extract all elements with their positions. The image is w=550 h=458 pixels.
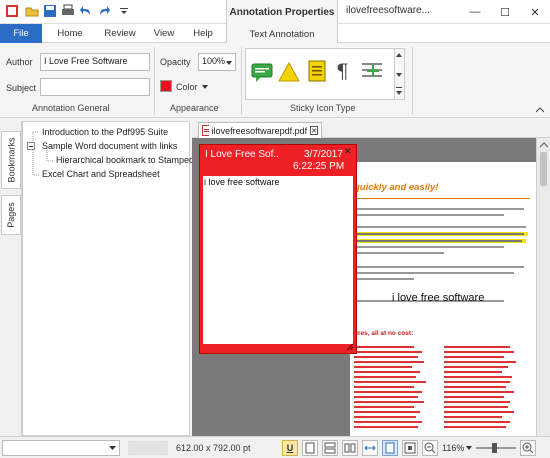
page-stamp-text: i love free software bbox=[392, 292, 485, 304]
annotation-popup[interactable]: I Love Free Sof.. 3/7/2017 6:22:25 PM ✕ … bbox=[199, 144, 357, 354]
popup-close-icon[interactable]: ✕ bbox=[344, 146, 352, 157]
gallery-scroll[interactable] bbox=[394, 49, 404, 99]
print-icon[interactable] bbox=[60, 3, 76, 19]
page-heading: quickly and easily! bbox=[354, 182, 439, 193]
bookmark-item[interactable]: Excel Chart and Spreadsheet bbox=[42, 169, 160, 179]
minimize-button[interactable]: — bbox=[462, 2, 488, 22]
page-size-text: 612.00 x 792.00 pt bbox=[176, 443, 251, 453]
title-bar: Annotation Properties ilovefreesoftware.… bbox=[0, 0, 550, 24]
tab-file[interactable]: File bbox=[0, 24, 42, 43]
tab-view[interactable]: View bbox=[148, 24, 180, 43]
feature-columns bbox=[354, 346, 516, 428]
scroll-up-icon[interactable] bbox=[538, 140, 550, 150]
facing-pages-icon[interactable] bbox=[342, 440, 358, 456]
document-tab-label: ilovefreesoftwarepdf.pdf bbox=[211, 125, 308, 136]
document-tab[interactable]: ilovefreesoftwarepdf.pdf ✕ bbox=[198, 122, 322, 138]
gallery-arrows-icon bbox=[396, 53, 402, 95]
redo-icon[interactable] bbox=[96, 3, 112, 19]
vertical-scrollbar[interactable] bbox=[536, 138, 550, 436]
tab-pages-label: Pages bbox=[6, 202, 16, 228]
tab-bookmarks-label: Bookmarks bbox=[6, 137, 17, 183]
chevron-down-icon bbox=[109, 446, 116, 450]
heading-rule bbox=[354, 198, 530, 199]
bookmark-item[interactable]: Hierarchical bookmark to Stamped bbox=[56, 155, 194, 165]
author-field[interactable]: I Love Free Software bbox=[40, 53, 150, 71]
tab-home[interactable]: Home bbox=[50, 24, 90, 43]
new-paragraph-icon[interactable] bbox=[360, 60, 384, 86]
bookmark-item[interactable]: Sample Word document with links bbox=[42, 141, 177, 151]
subject-field[interactable] bbox=[40, 78, 150, 96]
chevron-down-icon bbox=[226, 61, 232, 65]
color-swatch[interactable] bbox=[160, 80, 172, 92]
key-triangle-icon[interactable] bbox=[278, 61, 300, 85]
color-label: Color bbox=[176, 82, 198, 92]
single-page-icon[interactable] bbox=[302, 440, 318, 456]
maximize-button[interactable]: ☐ bbox=[492, 2, 518, 22]
open-folder-icon[interactable] bbox=[24, 3, 40, 19]
popup-author: I Love Free Sof.. bbox=[205, 149, 279, 160]
pdf-page: quickly and easily! i love free software… bbox=[350, 162, 536, 436]
zoom-dropdown-icon[interactable] bbox=[466, 446, 472, 451]
subject-label: Subject bbox=[6, 83, 37, 93]
save-icon[interactable] bbox=[42, 3, 58, 19]
context-tab-title: Annotation Properties bbox=[226, 0, 338, 24]
group-separator bbox=[412, 47, 413, 115]
zoom-in-icon[interactable] bbox=[520, 440, 536, 456]
continuous-page-icon[interactable] bbox=[322, 440, 338, 456]
zoom-slider[interactable] bbox=[476, 443, 516, 453]
page-subheading: ures, all at no cost: bbox=[354, 330, 414, 337]
opacity-label: Opacity bbox=[160, 57, 191, 67]
zoom-level: 116% bbox=[442, 443, 465, 453]
customize-toolbar-icon[interactable] bbox=[116, 3, 132, 19]
tab-help[interactable]: Help bbox=[186, 24, 220, 43]
underline-mode-icon[interactable]: U bbox=[282, 440, 298, 456]
pdf-file-icon bbox=[202, 125, 209, 136]
zoom-out-icon[interactable] bbox=[422, 440, 438, 456]
ribbon: Author I Love Free Software Subject Anno… bbox=[0, 43, 550, 118]
tab-text-annotation[interactable]: Text Annotation bbox=[226, 24, 338, 44]
paragraph-icon[interactable]: ¶ bbox=[336, 61, 349, 81]
fit-width-icon[interactable] bbox=[362, 440, 378, 456]
document-tabs: ilovefreesoftwarepdf.pdf ✕ bbox=[192, 121, 550, 138]
tab-bookmarks[interactable]: Bookmarks bbox=[1, 131, 21, 189]
window-title: ilovefreesoftware... bbox=[346, 5, 430, 16]
opacity-select[interactable]: 100% bbox=[198, 53, 236, 71]
actual-size-icon[interactable] bbox=[402, 440, 418, 456]
color-dropdown-icon[interactable] bbox=[202, 84, 208, 90]
undo-icon[interactable] bbox=[78, 3, 94, 19]
fit-page-icon[interactable] bbox=[382, 440, 398, 456]
popup-text: i love free software bbox=[204, 177, 280, 187]
opacity-value: 100% bbox=[202, 56, 226, 66]
bookmark-item[interactable]: Introduction to the Pdf995 Suite bbox=[42, 127, 168, 137]
group-annotation-general-label: Annotation General bbox=[32, 103, 110, 113]
popup-text-area[interactable]: i love free software bbox=[203, 176, 353, 344]
close-button[interactable]: ✕ bbox=[522, 2, 548, 22]
side-panel-tabs: Bookmarks Pages bbox=[0, 121, 22, 436]
collapse-ribbon-icon[interactable] bbox=[535, 105, 545, 115]
author-label: Author bbox=[6, 57, 33, 67]
tab-pages[interactable]: Pages bbox=[1, 195, 21, 235]
comment-icon[interactable] bbox=[251, 61, 273, 85]
group-appearance-label: Appearance bbox=[170, 103, 219, 113]
tab-review[interactable]: Review bbox=[98, 24, 142, 43]
scrollbar-thumb[interactable] bbox=[540, 152, 547, 186]
resize-grip-icon[interactable] bbox=[346, 343, 354, 351]
status-bar: 612.00 x 792.00 pt U 116% bbox=[0, 436, 550, 458]
zoom-slider-thumb[interactable] bbox=[492, 443, 497, 453]
group-sticky-icon-label: Sticky Icon Type bbox=[290, 103, 356, 113]
collapse-toggle-icon[interactable] bbox=[27, 142, 35, 150]
bookmarks-panel: Introduction to the Pdf995 Suite Sample … bbox=[22, 121, 194, 436]
popup-date: 3/7/2017 bbox=[304, 149, 343, 160]
group-separator bbox=[154, 47, 155, 115]
app-logo-icon bbox=[4, 3, 20, 19]
popup-time: 6:22:25 PM bbox=[293, 161, 345, 172]
group-separator bbox=[241, 47, 242, 115]
ribbon-tabs: File Home Review View Help Text Annotati… bbox=[0, 24, 550, 44]
page-nav-slider[interactable] bbox=[128, 441, 168, 455]
close-tab-icon[interactable]: ✕ bbox=[310, 126, 318, 135]
note-icon[interactable] bbox=[306, 59, 328, 85]
sticky-icon-gallery: ¶ bbox=[245, 48, 405, 100]
page-number-field[interactable] bbox=[2, 440, 120, 456]
